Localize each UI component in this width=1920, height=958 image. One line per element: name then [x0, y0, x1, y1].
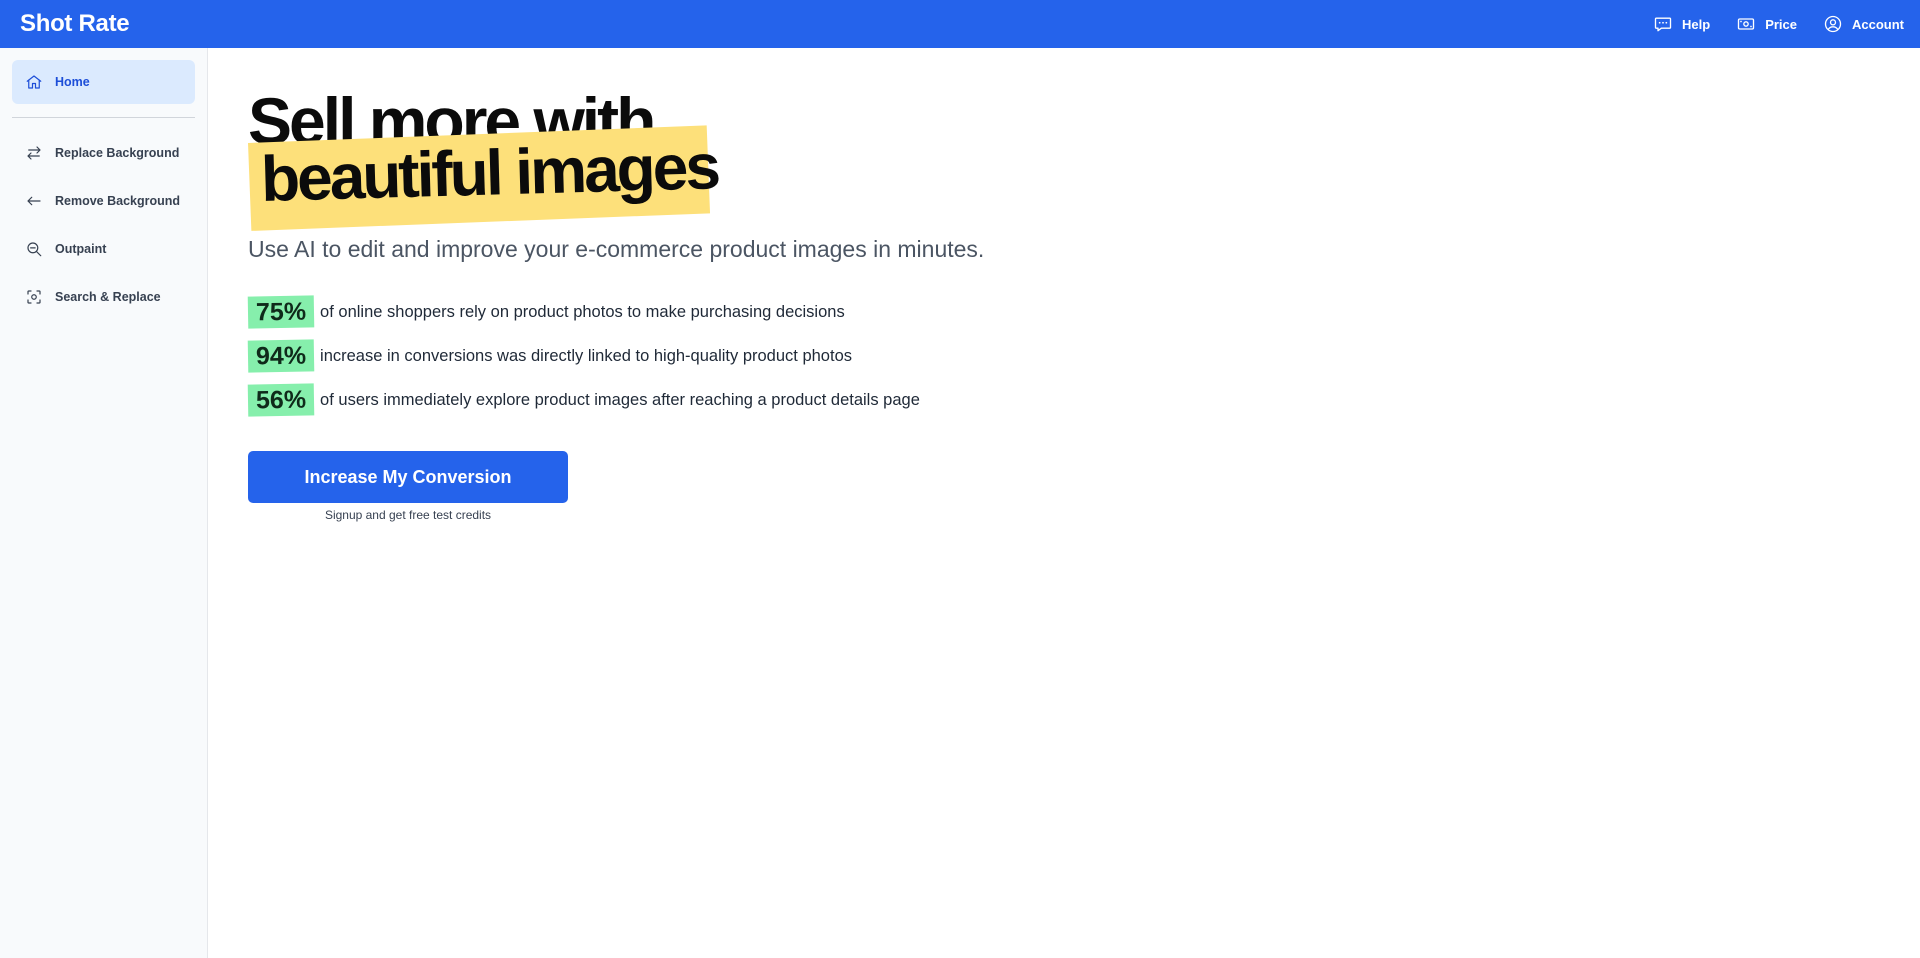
- stat-row: 94% increase in conversions was directly…: [247, 334, 1148, 378]
- sidebar: Home Replace Background Remove Backgroun…: [0, 48, 208, 958]
- sidebar-item-home[interactable]: Home: [12, 60, 195, 104]
- account-label: Account: [1852, 16, 1904, 32]
- headline-line2: beautiful images: [259, 130, 719, 215]
- stat-row: 56% of users immediately explore product…: [247, 378, 1148, 422]
- sidebar-item-label: Home: [55, 75, 90, 89]
- chat-bubble-icon: [1653, 14, 1673, 34]
- help-link[interactable]: Help: [1653, 14, 1710, 34]
- top-bar: Shot Rate Help Price Account: [0, 0, 1920, 48]
- cta-note: Signup and get free test credits: [324, 508, 492, 522]
- zoom-out-icon: [25, 240, 43, 258]
- arrows-swap-icon: [25, 144, 43, 162]
- sidebar-item-label: Outpaint: [55, 242, 107, 256]
- account-link[interactable]: Account: [1823, 14, 1904, 34]
- increase-conversion-button[interactable]: Increase My Conversion: [248, 451, 568, 503]
- stats-list: 75% of online shoppers rely on product p…: [247, 290, 1148, 422]
- sidebar-item-label: Replace Background: [55, 146, 180, 160]
- scan-focus-icon: [25, 288, 43, 306]
- brand-logo[interactable]: Shot Rate: [20, 10, 130, 38]
- top-nav: Help Price Account: [1653, 14, 1904, 34]
- user-circle-icon: [1823, 14, 1843, 34]
- sidebar-item-label: Search & Replace: [55, 290, 161, 304]
- sidebar-divider: [12, 117, 195, 118]
- hero-subtitle: Use AI to edit and improve your e-commer…: [248, 236, 985, 262]
- sidebar-item-label: Remove Background: [55, 194, 181, 208]
- home-icon: [25, 73, 43, 91]
- stat-badge: 94%: [247, 339, 315, 373]
- stat-row: 75% of online shoppers rely on product p…: [247, 290, 1148, 334]
- stat-text: of users immediately explore product ima…: [320, 390, 920, 409]
- sidebar-item-remove-background[interactable]: Remove Background: [12, 179, 195, 223]
- arrow-left-icon: [25, 192, 43, 210]
- price-label: Price: [1765, 16, 1797, 32]
- stat-badge: 75%: [247, 295, 315, 329]
- price-link[interactable]: Price: [1736, 14, 1797, 34]
- sidebar-item-outpaint[interactable]: Outpaint: [12, 227, 195, 271]
- sidebar-item-replace-background[interactable]: Replace Background: [12, 131, 195, 175]
- sidebar-item-search-replace[interactable]: Search & Replace: [12, 275, 195, 319]
- stat-text: of online shoppers rely on product photo…: [320, 302, 845, 321]
- help-label: Help: [1682, 16, 1711, 32]
- stat-text: increase in conversions was directly lin…: [320, 346, 852, 365]
- banknote-icon: [1736, 14, 1756, 34]
- stat-badge: 56%: [247, 383, 315, 417]
